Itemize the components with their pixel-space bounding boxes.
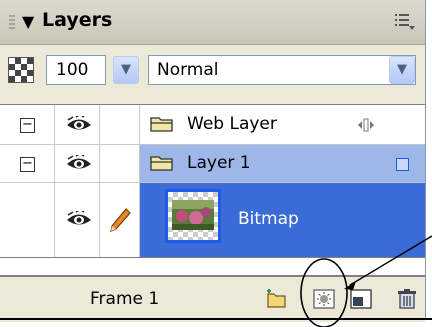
panel-title: Layers xyxy=(42,9,113,31)
trash-icon[interactable] xyxy=(396,289,418,309)
visibility-cell[interactable] xyxy=(55,183,100,257)
folder-icon xyxy=(150,117,173,132)
visibility-cell[interactable] xyxy=(55,105,100,144)
opacity-input[interactable]: 100 xyxy=(46,55,106,85)
list-empty-area xyxy=(0,257,425,276)
layer-name: Web Layer xyxy=(187,114,277,134)
layer-color-swatch[interactable] xyxy=(396,158,409,171)
panel-title-bar[interactable]: ▼ Layers xyxy=(0,0,425,45)
layers-bottom-bar: Frame 1 xyxy=(0,275,425,322)
edit-cell[interactable] xyxy=(100,105,140,144)
edit-cell[interactable] xyxy=(100,183,140,257)
object-row-bitmap[interactable]: Bitmap xyxy=(0,183,425,257)
collapse-triangle-icon[interactable]: ▼ xyxy=(22,12,34,31)
folder-icon xyxy=(150,156,173,171)
blend-mode-dropdown-button[interactable]: ▼ xyxy=(389,56,415,84)
object-name: Bitmap xyxy=(238,209,299,229)
layer-options-toolbar: 100 ▼ Normal ▼ xyxy=(0,45,425,103)
eye-icon[interactable] xyxy=(65,116,93,134)
current-frame-label: Frame 1 xyxy=(90,289,160,309)
bottom-edge-line xyxy=(0,318,432,320)
add-mask-icon[interactable] xyxy=(313,289,335,309)
layer-row-layer-1[interactable]: − Layer 1 xyxy=(0,145,425,183)
blend-mode-select[interactable]: Normal xyxy=(148,55,416,85)
pencil-icon xyxy=(110,208,131,232)
shared-layer-icon xyxy=(358,118,374,132)
blend-mode-value: Normal xyxy=(157,60,219,80)
collapse-toggle-icon[interactable]: − xyxy=(20,118,35,133)
eye-icon[interactable] xyxy=(65,211,93,229)
eye-icon[interactable] xyxy=(65,155,93,173)
expand-cell xyxy=(0,183,55,257)
bitmap-thumbnail-image xyxy=(172,200,214,230)
layer-list: − Web Layer − Layer 1 Bitmap xyxy=(0,104,425,276)
new-layer-icon[interactable] xyxy=(350,289,372,309)
new-sublayer-icon[interactable] xyxy=(265,289,287,309)
expand-cell: − xyxy=(0,145,55,182)
expand-cell: − xyxy=(0,105,55,144)
bitmap-thumbnail xyxy=(165,189,221,243)
layers-panel: ▼ Layers 100 ▼ Normal ▼ − Web Layer − La… xyxy=(0,0,426,322)
drag-grip-icon[interactable] xyxy=(9,15,15,29)
layer-row-web-layer[interactable]: − Web Layer xyxy=(0,105,425,145)
opacity-dropdown-button[interactable]: ▼ xyxy=(113,56,139,84)
opacity-icon xyxy=(8,57,34,83)
collapse-toggle-icon[interactable]: − xyxy=(20,157,35,172)
options-menu-icon[interactable] xyxy=(394,12,416,32)
edit-cell[interactable] xyxy=(100,145,140,182)
visibility-cell[interactable] xyxy=(55,145,100,182)
layer-name: Layer 1 xyxy=(187,153,251,173)
